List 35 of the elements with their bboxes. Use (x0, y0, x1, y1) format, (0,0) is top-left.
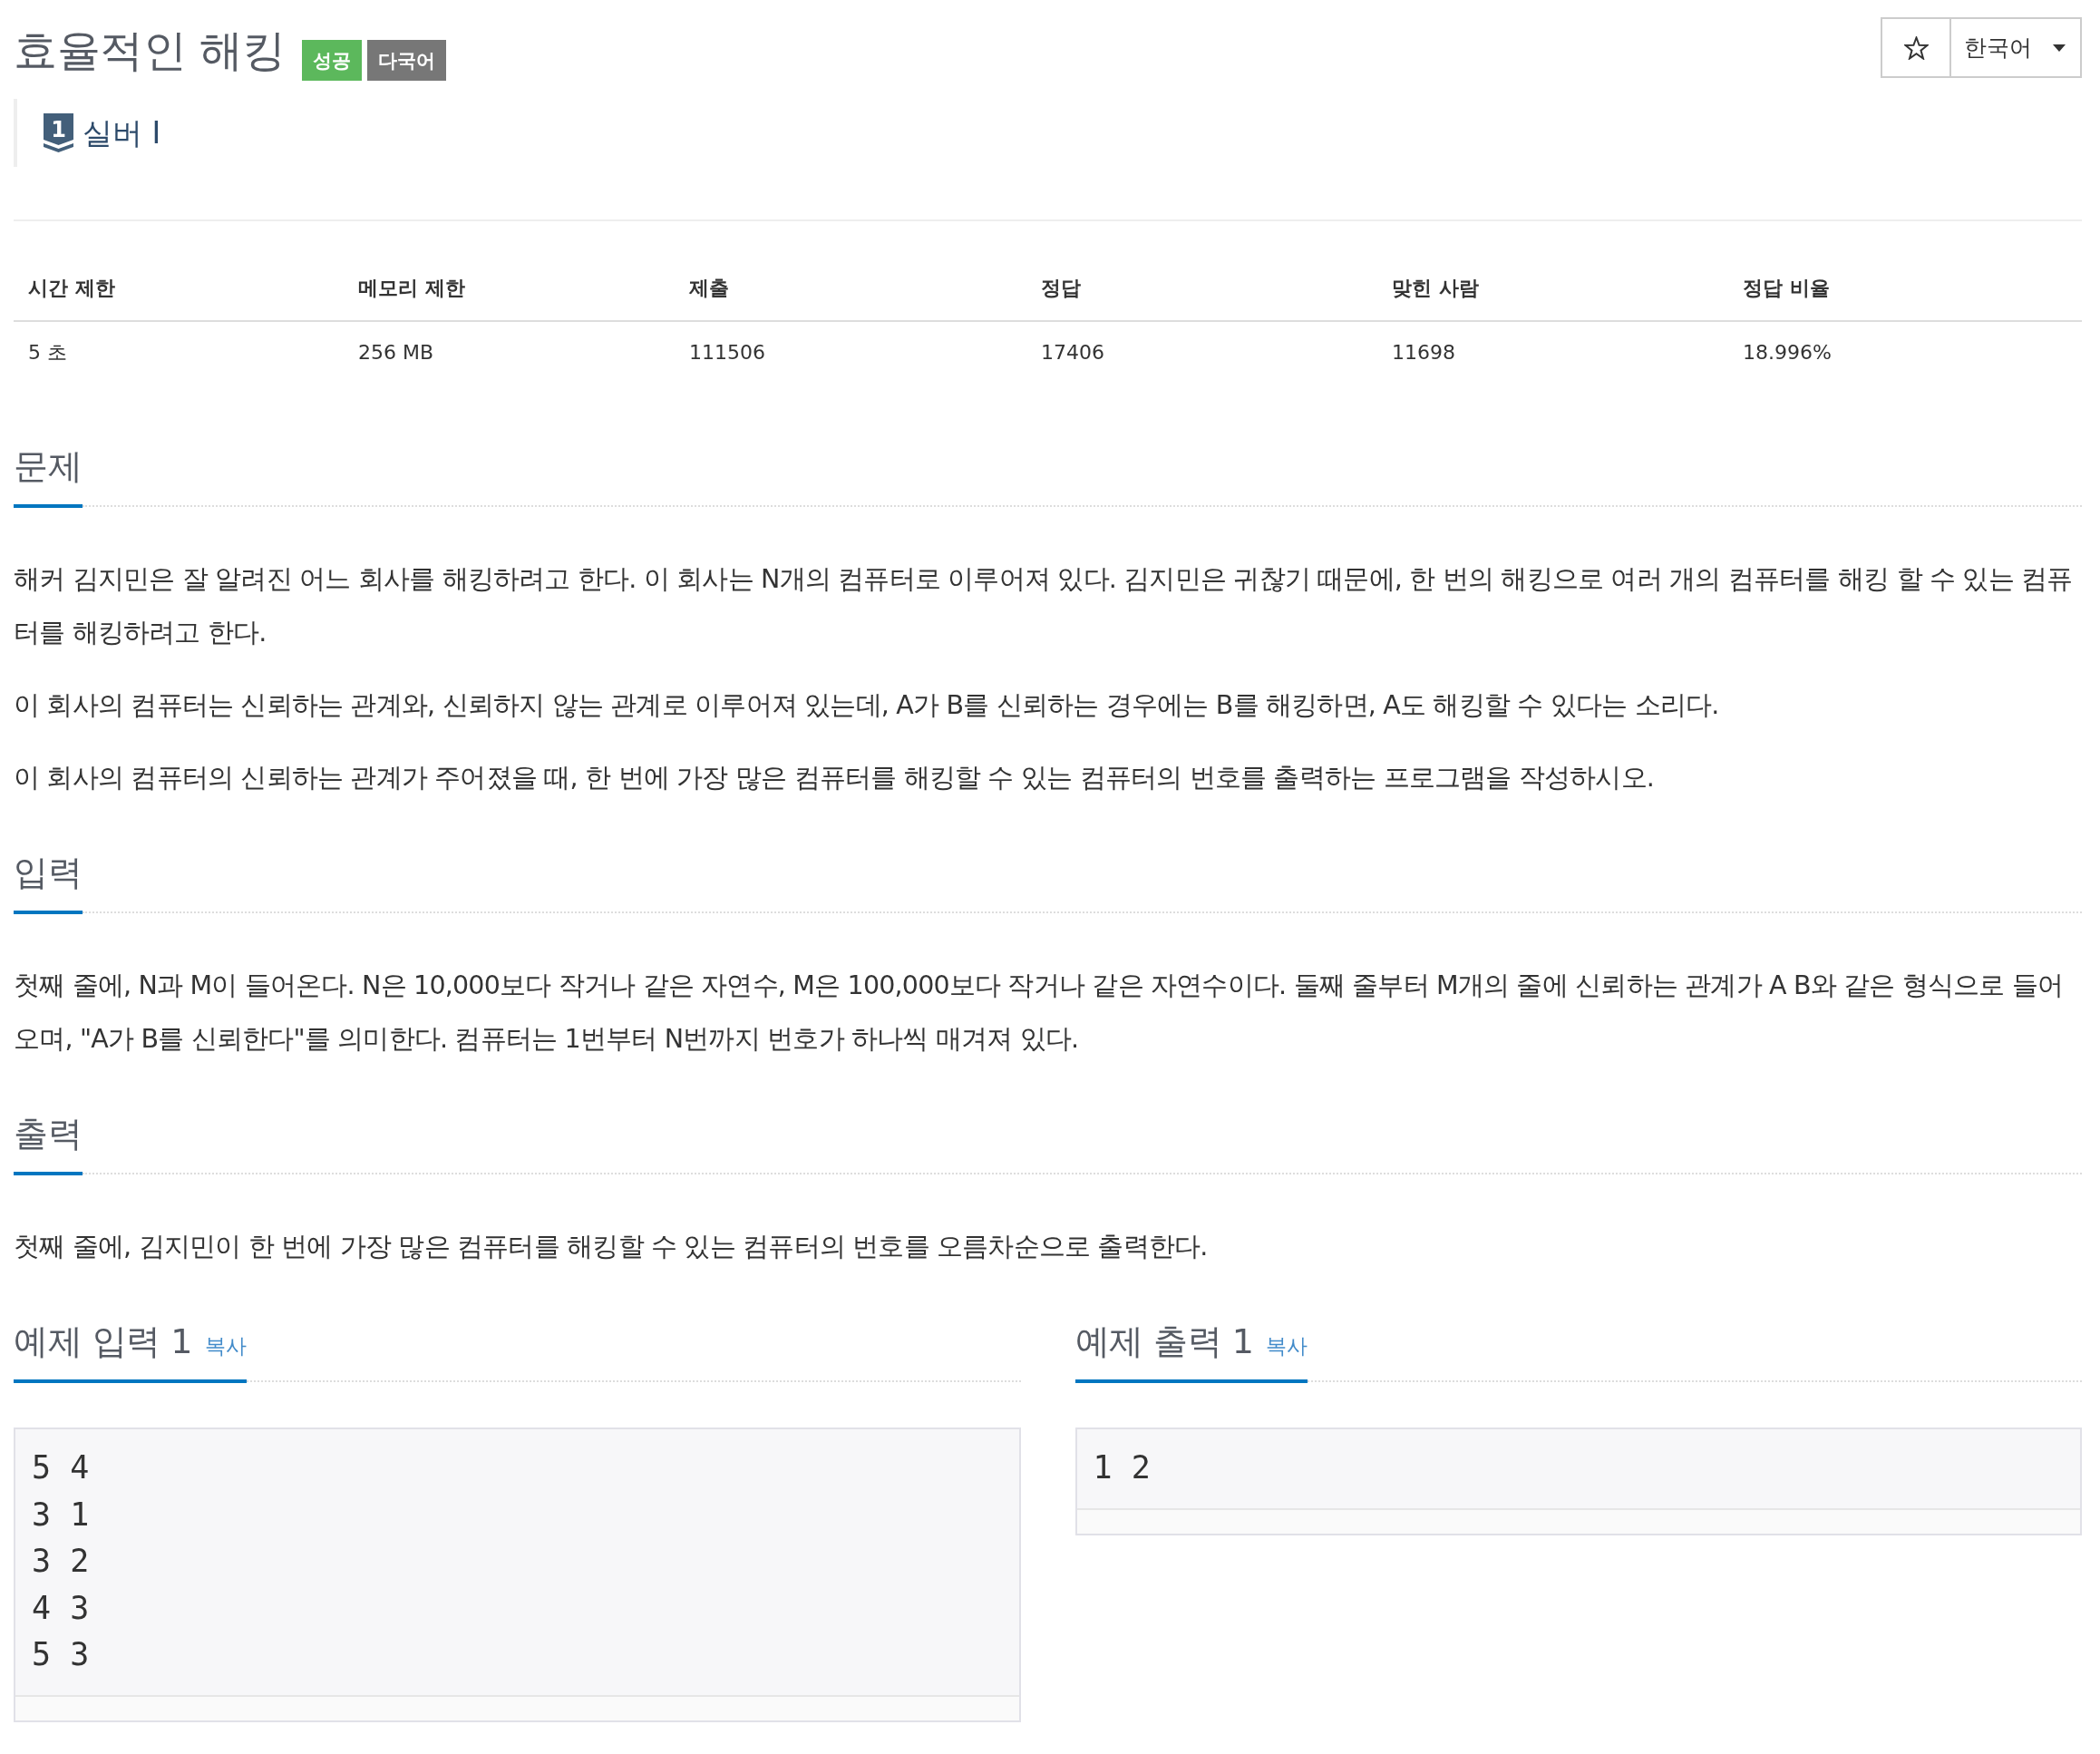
table-cell: 17406 (1026, 321, 1377, 383)
column-header: 제출 (675, 256, 1026, 321)
sample-text: 1 2 (1092, 1448, 1152, 1487)
column-header: 시간 제한 (14, 256, 344, 321)
language-label: 한국어 (1964, 34, 2032, 63)
section-title: 입력 (14, 849, 83, 914)
column-header: 맞힌 사람 (1377, 256, 1728, 321)
table-cell: 18.996% (1728, 321, 2082, 383)
paragraph-text: 해커 김지민은 잘 알려진 어느 회사를 해킹하려고 한다. 이 회사는 N개의 컴퓨터로 이루어져 있다. 김지민은 귀찮기 때문에, 한 번의 해킹으로 여러 개의 컴퓨터를 해킹 할 수 있는 컴퓨터를 해킹하려고 한다. (14, 563, 2074, 649)
paragraph-text: 이 회사의 컴퓨터는 신뢰하는 관계와, 신뢰하지 않는 관계로 이루어져 있는데, A가 B를 신뢰하는 경우에는 B를 해킹하면, A도 해킹할 수 있다는 소리다. (14, 689, 1720, 722)
star-button[interactable] (1881, 17, 1951, 78)
language-dropdown[interactable]: 한국어 (1951, 17, 2082, 78)
copy-link[interactable]: 복사 (204, 1332, 247, 1360)
paragraph-text: 첫째 줄에, N과 M이 들어온다. N은 10,000보다 작거나 같은 자연수, M은 100,000보다 작거나 같은 자연수이다. 둘째 줄부터 M개의 줄에 신뢰하는 관계가 A B와 같은 형식으로 들어오며, "A가 B를 신뢰한다"를 의미한다. 컴퓨터는 1번부터 N번까지 번호가 하나씩 매겨져 있다. (14, 970, 2065, 1056)
table-cell: 256 MB (344, 321, 675, 383)
section-title: 출력 (14, 1110, 83, 1175)
star-icon (1903, 35, 1929, 60)
column-header: 정답 (1026, 256, 1377, 321)
tier-name: 실버 I (83, 113, 161, 152)
status-label: 성공 (301, 40, 362, 81)
paragraph-text: 첫째 줄에, 김지민이 한 번에 가장 많은 컴퓨터를 해킹할 수 있는 컴퓨터의 번호를 오름차순으로 출력한다. (14, 1231, 1209, 1263)
sample-title: 예제 입력 1 (14, 1320, 192, 1363)
table-cell: 111506 (675, 321, 1026, 383)
problem-title: 효율적인 해킹 (14, 24, 286, 77)
sample-text: 5 4 3 1 3 2 4 3 5 3 (31, 1448, 91, 1674)
table-cell: 5 초 (14, 321, 344, 383)
column-header: 메모리 제한 (344, 256, 675, 321)
table-cell: 11698 (1377, 321, 1728, 383)
paragraph-text: 이 회사의 컴퓨터의 신뢰하는 관계가 주어졌을 때, 한 번에 가장 많은 컴퓨터를 해킹할 수 있는 컴퓨터의 번호를 출력하는 프로그램을 작성하시오. (14, 762, 1656, 794)
copy-link[interactable]: 복사 (1266, 1332, 1308, 1360)
sample-title: 예제 출력 1 (1074, 1320, 1254, 1363)
section-title: 문제 (14, 443, 83, 508)
status-label: 다국어 (366, 40, 446, 81)
caret-icon (2053, 44, 2066, 52)
column-header: 정답 비율 (1728, 256, 2082, 321)
